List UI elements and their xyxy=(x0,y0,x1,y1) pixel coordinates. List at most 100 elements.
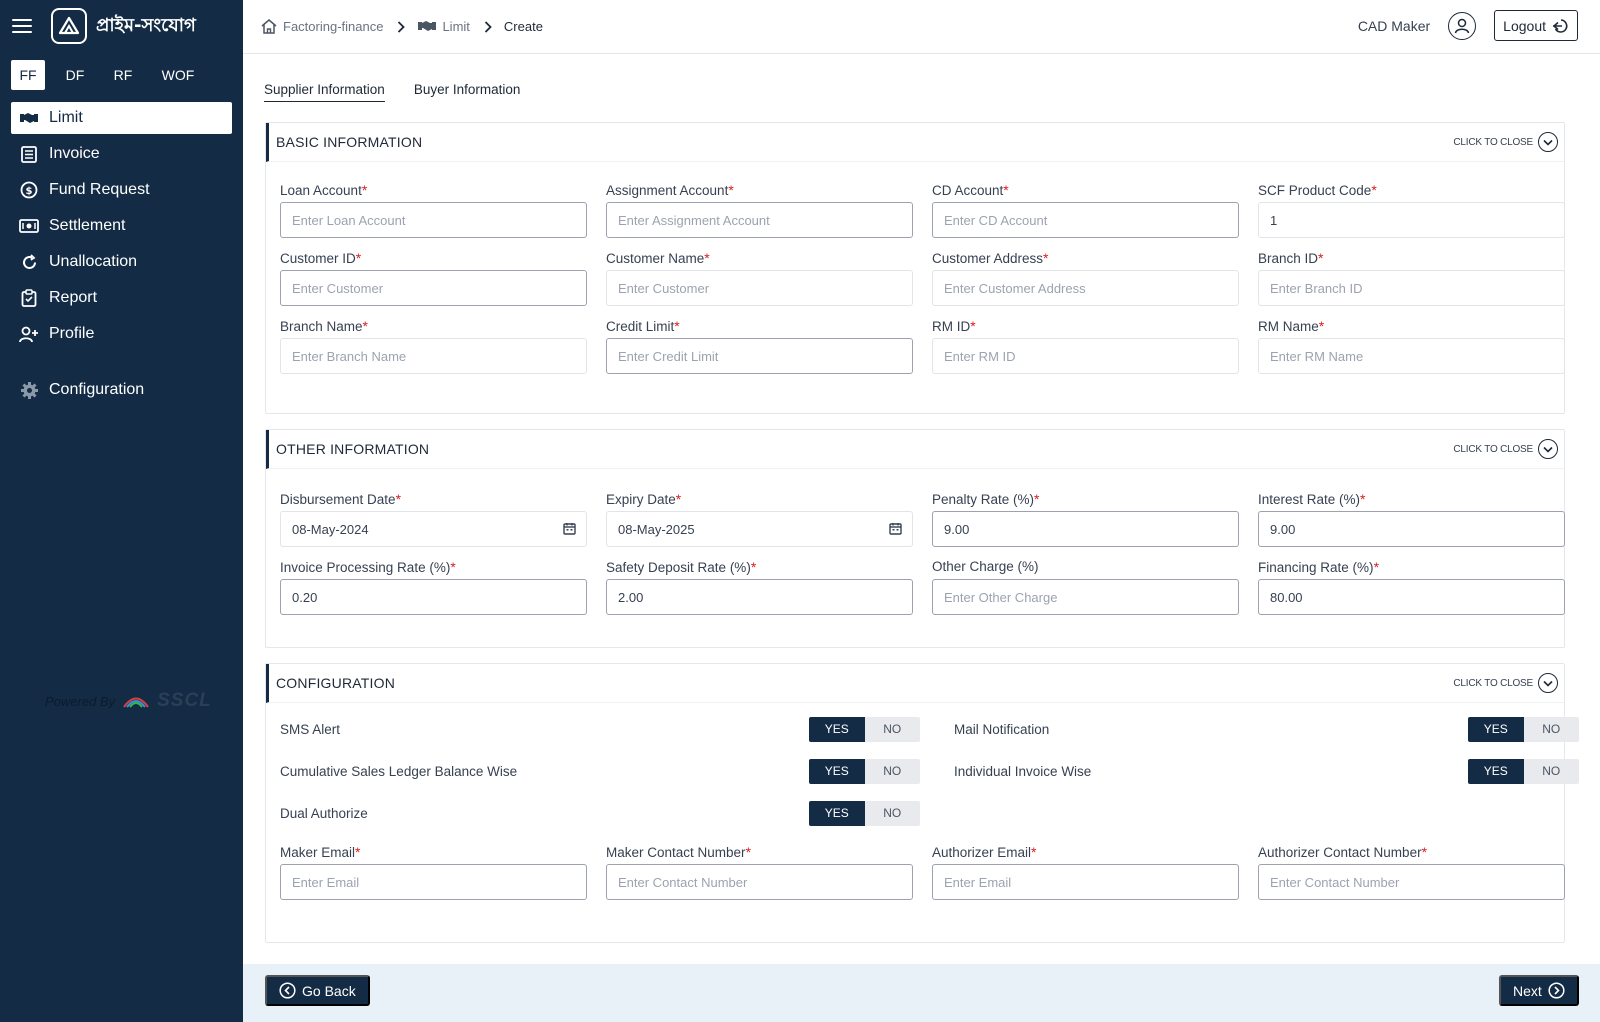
breadcrumb-home[interactable]: Factoring-finance xyxy=(260,18,383,35)
customer-id-label: Customer ID* xyxy=(280,250,362,266)
expiry-date-input[interactable] xyxy=(606,511,913,547)
penalty-rate-input[interactable] xyxy=(932,511,1239,547)
sms-alert-toggle[interactable]: YES NO xyxy=(809,716,920,742)
money-circle-icon: $ xyxy=(18,180,40,200)
configuration-toggles: SMS Alert YES NO Mail Notification YES N… xyxy=(266,703,1579,834)
collapse-label: CLICK TO CLOSE xyxy=(1453,443,1533,455)
tab-supplier-information[interactable]: Supplier Information xyxy=(264,82,385,102)
branch-name-input[interactable] xyxy=(280,338,587,374)
next-label: Next xyxy=(1513,982,1542,999)
collapse-toggle[interactable]: CLICK TO CLOSE xyxy=(1453,439,1558,459)
customer-name-input[interactable] xyxy=(606,270,913,306)
toggle-no[interactable]: NO xyxy=(864,716,920,742)
sidebar-item-configuration[interactable]: Configuration xyxy=(11,374,232,406)
maker-email-input[interactable] xyxy=(280,864,587,900)
invoice-processing-rate-input[interactable] xyxy=(280,579,587,615)
other-charge-input[interactable] xyxy=(932,579,1239,615)
credit-limit-input[interactable] xyxy=(606,338,913,374)
customer-address-input[interactable] xyxy=(932,270,1239,306)
branch-id-input[interactable] xyxy=(1258,270,1565,306)
authorizer-contact-number-input[interactable] xyxy=(1258,864,1565,900)
handshake-icon xyxy=(18,108,40,128)
maker-contact-number-label: Maker Contact Number* xyxy=(606,844,752,860)
sidebar-item-invoice[interactable]: Invoice xyxy=(11,138,232,170)
interest-rate-input[interactable] xyxy=(1258,511,1565,547)
expiry-date-date-picker xyxy=(606,511,913,547)
logout-label: Logout xyxy=(1503,17,1546,34)
tab-buyer-information[interactable]: Buyer Information xyxy=(414,82,521,102)
refresh-icon xyxy=(18,252,40,272)
cd-account-input[interactable] xyxy=(932,202,1239,238)
product-tab-wof[interactable]: WOF xyxy=(141,60,215,90)
calendar-icon[interactable] xyxy=(889,522,902,535)
sidebar-item-limit[interactable]: Limit xyxy=(11,102,232,134)
toggle-yes[interactable]: YES xyxy=(809,800,865,826)
basic-information-grid: Loan Account* Assignment Account* CD Accou… xyxy=(266,162,1565,386)
maker-contact-number-input[interactable] xyxy=(606,864,913,900)
sidebar-item-label: Configuration xyxy=(49,381,145,398)
required-marker: * xyxy=(1318,250,1324,266)
sidebar-item-settlement[interactable]: Settlement xyxy=(11,210,232,242)
required-marker: * xyxy=(1003,182,1009,198)
disbursement-date-input[interactable] xyxy=(280,511,587,547)
authorizer-contact-number-field-group: Authorizer Contact Number* xyxy=(1258,844,1565,900)
safety-deposit-rate-input[interactable] xyxy=(606,579,913,615)
dual-authorize-toggle[interactable]: YES NO xyxy=(809,800,920,826)
required-marker: * xyxy=(1034,491,1040,507)
financing-rate-input[interactable] xyxy=(1258,579,1565,615)
toggle-no[interactable]: NO xyxy=(864,758,920,784)
product-tab-ff[interactable]: FF xyxy=(11,60,45,90)
gear-icon xyxy=(18,380,40,400)
toggle-yes[interactable]: YES xyxy=(809,758,865,784)
required-marker: * xyxy=(355,844,361,860)
loan-account-input[interactable] xyxy=(280,202,587,238)
sidebar-item-fund-request[interactable]: $ Fund Request xyxy=(11,174,232,206)
info-tabs: Supplier Information Buyer Information xyxy=(264,82,549,102)
breadcrumb-limit-label: Limit xyxy=(442,19,470,34)
sidebar-item-report[interactable]: Report xyxy=(11,282,232,314)
toggle-yes[interactable]: YES xyxy=(809,716,865,742)
breadcrumb-home-label: Factoring-finance xyxy=(283,19,384,34)
toggle-no[interactable]: NO xyxy=(864,800,920,826)
chevron-down-circle-icon xyxy=(1538,439,1558,459)
toggle-no[interactable]: NO xyxy=(1523,758,1579,784)
product-tab-rf[interactable]: RF xyxy=(105,60,141,90)
scf-product-code-input[interactable] xyxy=(1258,202,1565,238)
logout-button[interactable]: Logout xyxy=(1494,10,1578,41)
branch-id-field-group: Branch ID* xyxy=(1258,250,1565,306)
breadcrumb-limit[interactable]: Limit xyxy=(417,19,470,34)
other-charge-label: Other Charge (%) xyxy=(932,559,1039,574)
calendar-icon[interactable] xyxy=(563,522,576,535)
mail-notification-toggle[interactable]: YES NO xyxy=(1468,716,1579,742)
sidebar-item-label: Invoice xyxy=(49,145,100,162)
cumulative-sales-ledger-toggle[interactable]: YES NO xyxy=(809,758,920,784)
disbursement-date-date-picker xyxy=(280,511,587,547)
sidebar-item-profile[interactable]: Profile xyxy=(11,318,232,350)
next-button[interactable]: Next xyxy=(1499,975,1579,1006)
collapse-toggle[interactable]: CLICK TO CLOSE xyxy=(1453,673,1558,693)
required-marker: * xyxy=(1373,559,1380,575)
sidebar-item-label: Report xyxy=(49,289,98,306)
customer-id-input[interactable] xyxy=(280,270,587,306)
rm-id-input[interactable] xyxy=(932,338,1239,374)
rm-name-input[interactable] xyxy=(1258,338,1565,374)
sidebar-item-unallocation[interactable]: Unallocation xyxy=(11,246,232,278)
toggle-no[interactable]: NO xyxy=(1523,716,1579,742)
user-avatar-icon[interactable] xyxy=(1448,11,1477,40)
section-title: BASIC INFORMATION xyxy=(276,134,423,150)
authorizer-email-input[interactable] xyxy=(932,864,1239,900)
collapse-toggle[interactable]: CLICK TO CLOSE xyxy=(1453,132,1558,152)
menu-toggle-icon[interactable] xyxy=(12,19,32,33)
toggle-yes[interactable]: YES xyxy=(1468,758,1524,784)
individual-invoice-wise-toggle[interactable]: YES NO xyxy=(1468,758,1579,784)
required-marker: * xyxy=(728,182,734,198)
assignment-account-input[interactable] xyxy=(606,202,913,238)
go-back-button[interactable]: Go Back xyxy=(265,975,370,1006)
required-marker: * xyxy=(750,559,757,575)
product-tab-df[interactable]: DF xyxy=(45,60,105,90)
breadcrumb-current: Create xyxy=(503,19,543,34)
invoice-processing-rate-label: Invoice Processing Rate (%)* xyxy=(280,559,456,575)
chevron-right-icon xyxy=(484,20,492,33)
penalty-rate-label: Penalty Rate (%)* xyxy=(932,491,1040,507)
toggle-yes[interactable]: YES xyxy=(1468,716,1524,742)
